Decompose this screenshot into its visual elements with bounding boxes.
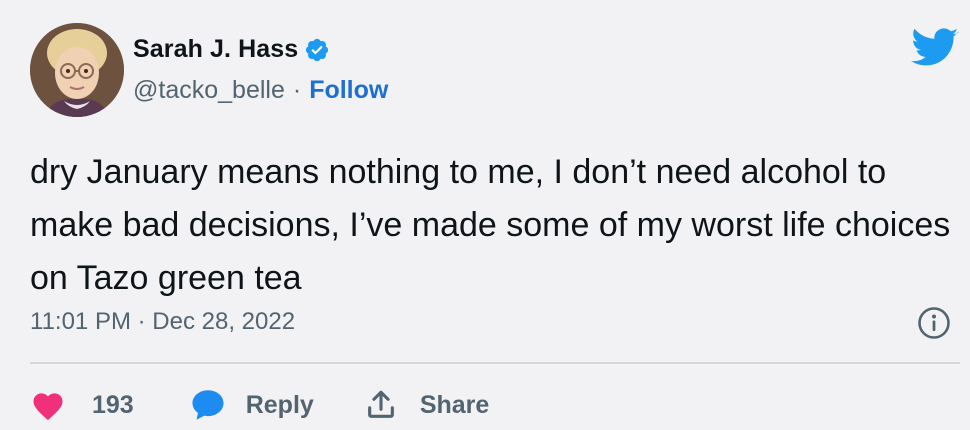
author-name[interactable]: Sarah J. Hass [133, 35, 298, 64]
heart-icon [33, 393, 63, 421]
follow-button[interactable]: Follow [309, 76, 388, 105]
author-name-row: Sarah J. Hass [133, 35, 330, 64]
author-handle-row: @tacko_belle · Follow [133, 76, 388, 105]
tweet-text: dry January means nothing to me, I don’t… [30, 153, 951, 297]
action-bar: 193 Reply Share [30, 386, 489, 424]
reply-button[interactable]: Reply [190, 388, 314, 422]
like-button[interactable]: 193 [30, 389, 134, 421]
divider [30, 362, 960, 364]
speech-bubble-icon [192, 390, 224, 420]
like-count: 193 [92, 390, 134, 419]
share-upload-icon [367, 390, 394, 418]
share-label: Share [419, 390, 490, 419]
info-icon[interactable] [917, 306, 951, 340]
twitter-bird-icon[interactable] [911, 28, 959, 68]
avatar[interactable] [30, 23, 124, 117]
author-handle[interactable]: @tacko_belle [133, 76, 285, 105]
avatar-image [30, 23, 124, 117]
verified-badge-icon [306, 38, 329, 61]
tweet-timestamp[interactable]: 11:01 PM · Dec 28, 2022 [30, 308, 295, 336]
separator-dot: · [292, 76, 302, 104]
share-button[interactable]: Share [364, 388, 489, 422]
tweet-card: Sarah J. Hass @tacko_belle · Follow dry … [0, 0, 970, 430]
reply-label: Reply [245, 390, 314, 419]
